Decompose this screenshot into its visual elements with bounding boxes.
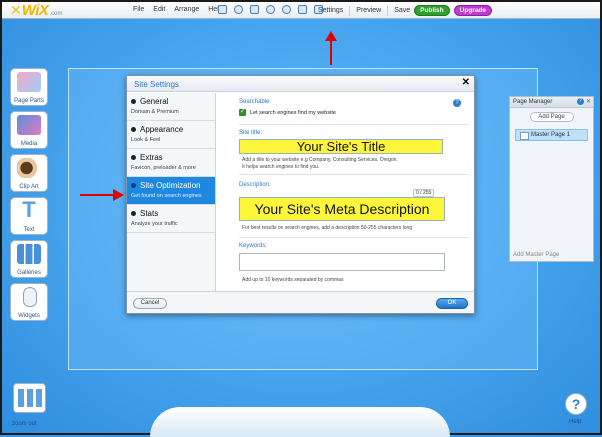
bottom-tray	[150, 407, 450, 437]
help-icon[interactable]: ?	[453, 99, 461, 107]
site-title-hint: Add a title to your website e.g Company,…	[242, 157, 398, 163]
publish-button[interactable]: Publish	[414, 5, 450, 16]
tool-icons	[218, 5, 330, 14]
arrow-right-icon	[80, 189, 124, 201]
cancel-button[interactable]: Cancel	[133, 298, 167, 309]
searchable-checkbox[interactable]: ✓	[239, 109, 246, 116]
keywords-input[interactable]	[239, 253, 445, 271]
bullet-icon	[131, 155, 136, 160]
nav-extras[interactable]: Extras Favicon, preloader & more	[127, 149, 215, 177]
bullet-icon	[131, 183, 136, 188]
add-master-page-button[interactable]: Add Master Page	[513, 252, 559, 258]
bullet-icon	[131, 211, 136, 216]
text-button[interactable]: T Text	[10, 197, 48, 235]
move-icon[interactable]	[234, 5, 243, 14]
searchable-label: Searchable:	[239, 99, 272, 105]
zoom-in-icon[interactable]	[266, 5, 275, 14]
page-manager-header: Page Manager ? ✕	[510, 97, 593, 108]
help-label: Help	[569, 419, 582, 425]
description-input[interactable]: Your Site's Meta Description	[239, 197, 445, 221]
upgrade-button[interactable]: Upgrade	[453, 5, 493, 16]
media-button[interactable]: Media	[10, 111, 48, 149]
add-page-button[interactable]: Add Page	[529, 112, 574, 122]
ok-button[interactable]: OK	[436, 298, 468, 309]
page-manager-panel: Page Manager ? ✕ Add Page Master Page 1 …	[509, 96, 594, 262]
widgets-button[interactable]: Widgets	[10, 283, 48, 321]
page-parts-icon	[17, 72, 41, 92]
keywords-hint: Add up to 10 keywords separated by comma…	[242, 277, 344, 283]
wix-logo: ✕ WiX .com	[10, 2, 63, 19]
settings-button[interactable]: Settings	[318, 7, 343, 14]
divider	[239, 174, 469, 175]
nav-site-optimization[interactable]: Site Optimization Get found on search en…	[127, 177, 215, 205]
site-title-hint: It helps search engines to find you.	[242, 164, 320, 170]
expand-icon[interactable]	[250, 5, 259, 14]
searchable-text: Let search engines find my website	[250, 110, 336, 116]
arrow-up-icon	[325, 31, 337, 65]
menu-file[interactable]: File	[133, 6, 144, 13]
nav-appearance[interactable]: Appearance Look & Feel	[127, 121, 215, 149]
widgets-icon	[23, 287, 37, 307]
media-icon	[17, 115, 41, 135]
dialog-title: Site Settings	[134, 80, 179, 89]
description-hint: For best results on search engines, add …	[242, 225, 413, 231]
grid-icon	[18, 389, 42, 407]
comment-icon[interactable]	[218, 5, 227, 14]
main-menu: File Edit Arrange Help	[133, 6, 232, 13]
toolbar-divider	[387, 5, 389, 16]
description-label: Description:	[239, 182, 271, 188]
zoom-out-label: zoom out	[12, 421, 37, 427]
dialog-titlebar: Site Settings ✕	[127, 76, 474, 92]
clip-art-icon	[17, 158, 41, 178]
nav-stats[interactable]: Stats Analyze your traffic	[127, 205, 215, 233]
close-icon[interactable]: ✕	[462, 77, 470, 88]
divider	[239, 237, 469, 238]
left-panel: Page Parts Media Clip Art T Text Galleri…	[10, 68, 48, 326]
site-settings-dialog: Site Settings ✕ General Domain & Premium…	[126, 75, 475, 314]
keywords-label: Keywords:	[239, 243, 268, 249]
nav-general[interactable]: General Domain & Premium	[127, 93, 215, 121]
menu-arrange[interactable]: Arrange	[174, 6, 199, 13]
page-manager-title: Page Manager	[513, 99, 553, 105]
site-title-label: Site title:	[239, 130, 263, 136]
zoom-out-icon[interactable]	[282, 5, 291, 14]
help-bubble-icon[interactable]: ?	[565, 393, 587, 415]
settings-content: Searchable: ? ✓ Let search engines find …	[223, 93, 473, 293]
toolbar-actions: Settings Preview Save Publish Upgrade	[318, 5, 493, 16]
clip-art-button[interactable]: Clip Art	[10, 154, 48, 192]
text-icon: T	[22, 197, 36, 222]
toolbar-divider	[349, 5, 351, 16]
top-toolbar: ✕ WiX .com File Edit Arrange Help Settings…	[2, 2, 600, 19]
description-counter: 0 / 255	[413, 189, 435, 197]
dialog-footer: Cancel OK	[127, 291, 474, 313]
bullet-icon	[131, 127, 136, 132]
zoom-out-button[interactable]	[13, 383, 46, 413]
help-icon[interactable]: ?	[577, 98, 584, 105]
page-item-master-page-1[interactable]: Master Page 1	[515, 129, 588, 141]
divider	[239, 124, 469, 125]
save-button[interactable]: Save	[394, 7, 410, 14]
bullet-icon	[131, 99, 136, 104]
undo-icon[interactable]	[298, 5, 307, 14]
page-parts-button[interactable]: Page Parts	[10, 68, 48, 106]
galleries-icon	[17, 244, 41, 264]
site-title-input[interactable]: Your Site's Title	[239, 139, 443, 154]
galleries-button[interactable]: Galleries	[10, 240, 48, 278]
menu-edit[interactable]: Edit	[153, 6, 165, 13]
settings-nav: General Domain & Premium Appearance Look…	[127, 93, 216, 293]
preview-button[interactable]: Preview	[356, 7, 381, 14]
close-icon[interactable]: ✕	[586, 98, 591, 105]
